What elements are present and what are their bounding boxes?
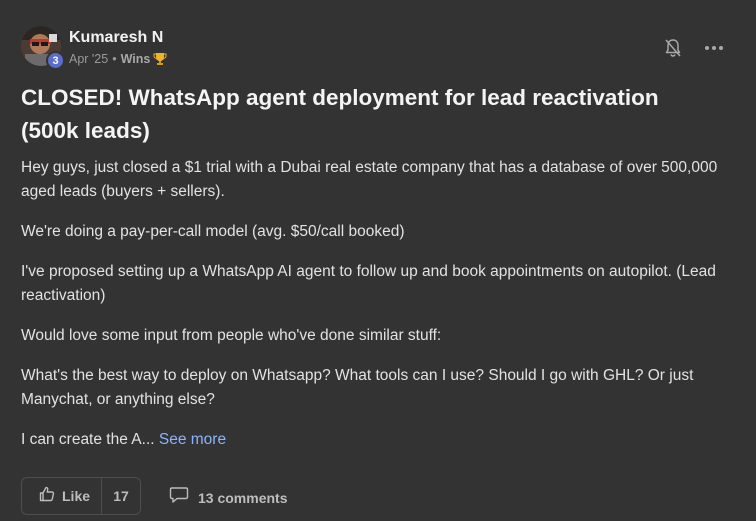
comment-icon — [169, 486, 189, 509]
body-paragraph: We're doing a pay-per-call model (avg. $… — [21, 223, 405, 240]
post-title[interactable]: CLOSED! WhatsApp agent deployment for le… — [21, 81, 721, 147]
more-horizontal-icon[interactable] — [703, 38, 725, 58]
like-count[interactable]: 17 — [102, 488, 140, 504]
see-more-link[interactable]: See more — [159, 431, 226, 448]
body-paragraph: What's the best way to deploy on Whatsap… — [21, 367, 694, 408]
like-button[interactable]: Like — [22, 478, 102, 514]
truncated-text: I can create the A... — [21, 431, 155, 448]
level-badge: 3 — [46, 51, 65, 70]
body-paragraph: Hey guys, just closed a $1 trial with a … — [21, 159, 718, 200]
post-card: 3 Kumaresh N Apr '25 • Wins CLOSED! What… — [0, 0, 756, 521]
like-control: Like 17 — [21, 477, 141, 515]
post-body: Hey guys, just closed a $1 trial with a … — [21, 156, 736, 468]
author-avatar-wrapper[interactable]: 3 — [21, 26, 65, 70]
trophy-icon — [153, 52, 167, 66]
author-name[interactable]: Kumaresh N — [69, 29, 163, 47]
post-category[interactable]: Wins — [121, 52, 151, 66]
comments-label: 13 comments — [198, 489, 288, 506]
body-paragraph: Would love some input from people who've… — [21, 327, 442, 344]
bell-muted-icon[interactable] — [664, 38, 682, 58]
post-date: Apr '25 — [69, 52, 109, 66]
body-truncated-paragraph: I can create the A... See more — [21, 428, 736, 452]
body-paragraph: I've proposed setting up a WhatsApp AI a… — [21, 263, 716, 304]
thumbs-up-icon — [39, 486, 55, 507]
comments-button[interactable]: 13 comments — [169, 486, 287, 509]
like-label: Like — [62, 488, 91, 504]
meta-separator: • — [112, 52, 117, 66]
post-meta: Apr '25 • Wins — [69, 52, 167, 66]
